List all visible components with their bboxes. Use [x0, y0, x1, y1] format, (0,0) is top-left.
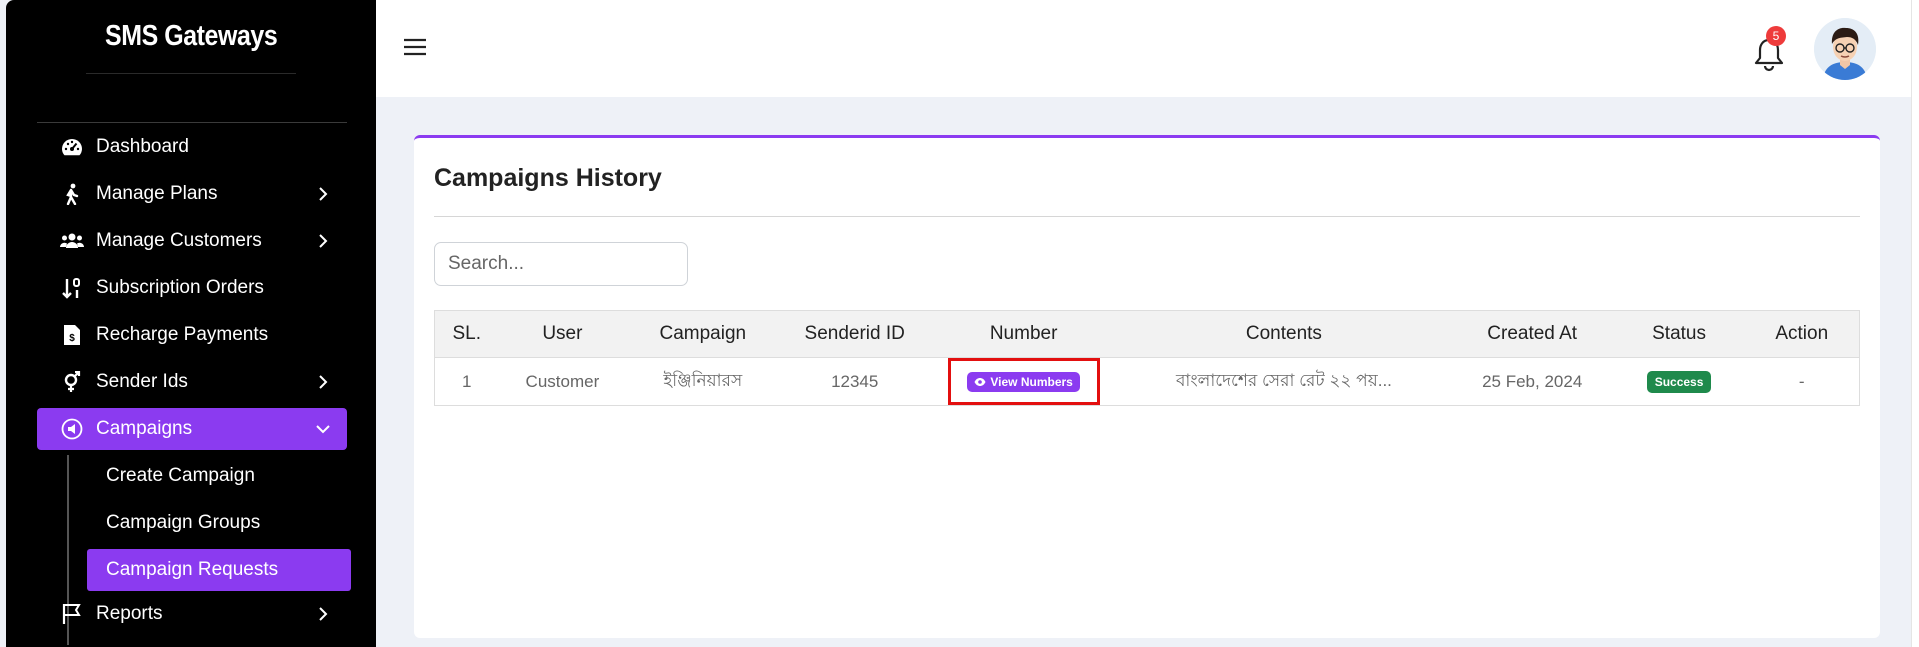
- sidebar: SMS Gateways Dashboard Manage Plans Mana…: [6, 0, 376, 647]
- cell-sl: 1: [434, 357, 499, 406]
- scrollbar-track[interactable]: [1911, 0, 1919, 647]
- dashboard-icon: [60, 135, 84, 159]
- column-header-sl[interactable]: SL.: [434, 310, 499, 358]
- sidebar-item-campaigns[interactable]: Campaigns: [37, 408, 347, 450]
- flag-icon: [60, 602, 84, 626]
- chevron-right-icon: [313, 604, 333, 624]
- invoice-icon: $: [60, 323, 84, 347]
- column-header-campaign[interactable]: Campaign: [626, 310, 780, 358]
- campaigns-history-card: Campaigns History SL. User Campaign Send…: [414, 135, 1880, 638]
- sidebar-item-label: Recharge Payments: [96, 324, 269, 345]
- cell-number: View Numbers: [930, 357, 1118, 406]
- view-numbers-button[interactable]: View Numbers: [967, 371, 1080, 392]
- title-divider: [434, 216, 1860, 217]
- column-header-action[interactable]: Action: [1744, 310, 1860, 358]
- sidebar-item-label: Campaigns: [96, 418, 193, 439]
- topbar: 5: [376, 0, 1919, 97]
- sidebar-item-label: Dashboard: [96, 136, 189, 157]
- notification-badge: 5: [1766, 26, 1786, 46]
- sidebar-item-label: Sender Ids: [96, 371, 188, 392]
- avatar[interactable]: [1814, 18, 1876, 80]
- search-input[interactable]: [434, 242, 688, 286]
- submenu-item-campaign-requests[interactable]: Campaign Requests: [87, 549, 351, 591]
- sidebar-item-manage-plans[interactable]: Manage Plans: [37, 173, 347, 215]
- sidebar-item-recharge-payments[interactable]: $ Recharge Payments: [37, 314, 347, 356]
- sidebar-item-reports[interactable]: Reports: [37, 593, 347, 635]
- chevron-right-icon: [313, 184, 333, 204]
- column-header-user[interactable]: User: [498, 310, 627, 358]
- cell-campaign: ইঞ্জিনিয়ারস: [626, 357, 780, 406]
- cell-status: Success: [1613, 357, 1745, 406]
- gender-icon: [60, 370, 84, 394]
- table-header-row: SL. User Campaign Senderid ID Number Con…: [434, 310, 1860, 358]
- svg-text:$: $: [69, 333, 75, 344]
- submenu-item-create-campaign[interactable]: Create Campaign: [87, 455, 351, 497]
- cell-created-at: 25 Feb, 2024: [1450, 357, 1614, 406]
- eye-icon: [974, 377, 986, 386]
- cell-contents: বাংলাদেশের সেরা রেট ২২ পয়...: [1117, 357, 1451, 406]
- chevron-right-icon: [313, 231, 333, 251]
- sidebar-item-label: Manage Plans: [96, 183, 218, 204]
- highlight-box: View Numbers: [947, 358, 1100, 405]
- table-row: 1 Customer ইঞ্জিনিয়ারস 12345 View Numbe…: [434, 357, 1860, 406]
- sidebar-item-label: Subscription Orders: [96, 277, 264, 298]
- view-numbers-label: View Numbers: [990, 374, 1073, 389]
- page-title: Campaigns History: [434, 164, 662, 192]
- campaigns-submenu: Create Campaign Campaign Groups Campaign…: [67, 455, 376, 645]
- sidebar-item-label: Manage Customers: [96, 230, 262, 251]
- sidebar-item-manage-customers[interactable]: Manage Customers: [37, 220, 347, 262]
- sidebar-item-subscription-orders[interactable]: Subscription Orders: [37, 267, 347, 309]
- brand-name[interactable]: SMS Gateways: [105, 20, 278, 53]
- submenu-item-campaign-groups[interactable]: Campaign Groups: [87, 502, 351, 544]
- sidebar-item-sender-ids[interactable]: Sender Ids: [37, 361, 347, 403]
- chevron-down-icon: [313, 419, 333, 439]
- sort-icon: [60, 276, 84, 300]
- column-header-number[interactable]: Number: [930, 310, 1118, 358]
- cell-user: Customer: [498, 357, 627, 406]
- cell-senderid: 12345: [779, 357, 931, 406]
- chevron-right-icon: [313, 372, 333, 392]
- cell-action: -: [1744, 357, 1860, 406]
- brand-divider: [86, 73, 296, 74]
- column-header-senderid[interactable]: Senderid ID: [779, 310, 931, 358]
- brand: SMS Gateways: [6, 0, 376, 100]
- sidebar-item-dashboard[interactable]: Dashboard: [37, 126, 347, 168]
- menu-toggle-icon[interactable]: [402, 36, 428, 58]
- sidebar-item-label: Reports: [96, 603, 163, 624]
- walking-icon: [60, 182, 84, 206]
- users-icon: [60, 229, 84, 253]
- column-header-status[interactable]: Status: [1613, 310, 1745, 358]
- sidebar-menu: Dashboard Manage Plans Manage Customers: [6, 126, 376, 645]
- column-header-contents[interactable]: Contents: [1117, 310, 1451, 358]
- sidebar-divider: [37, 122, 347, 123]
- campaigns-table: SL. User Campaign Senderid ID Number Con…: [434, 310, 1860, 406]
- campaign-icon: [60, 417, 84, 441]
- status-badge: Success: [1646, 370, 1712, 393]
- column-header-created-at[interactable]: Created At: [1450, 310, 1614, 358]
